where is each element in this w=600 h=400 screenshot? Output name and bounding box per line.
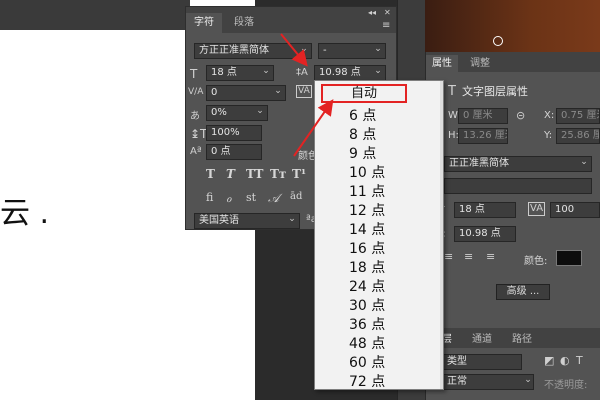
- chevron-down-icon[interactable]: ⌄: [260, 66, 272, 80]
- panel-menu-icon[interactable]: ≡: [382, 20, 390, 31]
- chevron-down-icon[interactable]: ⌄: [578, 157, 590, 171]
- leading-option[interactable]: 16 点: [349, 240, 385, 259]
- y-input[interactable]: 25.86 厘米: [556, 128, 600, 144]
- titling-button[interactable]: ād: [290, 191, 302, 202]
- alternate-ligatures-button[interactable]: ℴ: [226, 191, 232, 205]
- chevron-down-icon[interactable]: ⌄: [286, 214, 298, 228]
- align-justify-icon[interactable]: ≡: [464, 250, 473, 263]
- leading-icon: ‡A: [296, 67, 308, 78]
- chevron-down-icon[interactable]: ⌄: [272, 86, 284, 100]
- leading-option[interactable]: 60 点: [349, 354, 385, 373]
- chevron-down-icon[interactable]: ⌄: [254, 106, 266, 120]
- leading-option[interactable]: 8 点: [349, 126, 376, 145]
- properties-panel: 属性 调整 T 文字图层属性 W: 0 厘米 ⊝ X: 0.75 厘米 H: 1…: [425, 52, 600, 400]
- align-center-icon[interactable]: ≡: [444, 250, 453, 263]
- chevron-down-icon[interactable]: ⌄: [522, 375, 534, 389]
- properties-font-size[interactable]: 18 点: [454, 202, 516, 218]
- small-caps-button[interactable]: Tт: [270, 167, 286, 181]
- stylistic-alternates-button[interactable]: st: [246, 191, 256, 204]
- vertical-scale-icon: ↨T: [190, 127, 208, 141]
- text-color-swatch[interactable]: [556, 250, 582, 266]
- leading-dropdown-list: 自动 6 点8 点9 点 10 点 11 点 12 点 14 点 16 点 18 点 24 点…: [314, 80, 444, 390]
- link-icon[interactable]: ⊝: [516, 109, 525, 122]
- filter-adjustment-icon[interactable]: ◐: [560, 354, 570, 367]
- chevron-down-icon[interactable]: ⌄: [298, 44, 310, 58]
- properties-section-title: 文字图层属性: [462, 85, 528, 98]
- w-input[interactable]: 0 厘米: [458, 108, 508, 124]
- leading-option[interactable]: 14 点: [349, 221, 385, 240]
- ligatures-button[interactable]: fi: [206, 191, 213, 204]
- superscript-button[interactable]: T¹: [292, 167, 306, 181]
- layers-tab-bar: 图层 通道 路径: [426, 328, 600, 348]
- baseline-shift-icon: Aª: [190, 146, 202, 157]
- tracking-icon: VA: [296, 85, 312, 98]
- collapse-icon[interactable]: ◂◂: [368, 8, 376, 17]
- filter-text-icon[interactable]: T: [576, 354, 583, 367]
- tab-properties[interactable]: 属性: [426, 55, 458, 72]
- document-tab-bar: [0, 0, 190, 30]
- align-right-icon[interactable]: ≡: [486, 250, 495, 263]
- blend-mode-select[interactable]: 正常: [442, 374, 534, 390]
- color-picker-cursor[interactable]: [493, 36, 503, 46]
- faux-italic-button[interactable]: T: [226, 167, 235, 181]
- kerning-icon: V/A: [188, 87, 204, 97]
- leading-option[interactable]: 12 点: [349, 202, 385, 221]
- all-caps-button[interactable]: TT: [246, 167, 263, 181]
- y-label: Y:: [544, 130, 553, 141]
- tab-character[interactable]: 字符: [186, 13, 222, 33]
- x-input[interactable]: 0.75 厘米: [556, 108, 600, 124]
- properties-font-family[interactable]: 正正准黑简体: [444, 156, 592, 172]
- tab-paths[interactable]: 路径: [506, 331, 538, 348]
- chevron-down-icon[interactable]: ⌄: [372, 66, 384, 80]
- vertical-scale-input[interactable]: 100%: [206, 125, 262, 141]
- dropdown-scrollbar[interactable]: [440, 81, 443, 389]
- leading-option[interactable]: 18 点: [349, 259, 385, 278]
- character-tab-bar: 字符 段落 ◂◂ ✕ ≡: [186, 7, 396, 33]
- properties-tab-bar: 属性 调整: [426, 52, 600, 72]
- leading-option[interactable]: 24 点: [349, 278, 385, 297]
- filter-pixel-icon[interactable]: ◩: [544, 354, 554, 367]
- close-icon[interactable]: ✕: [384, 8, 391, 17]
- language-select[interactable]: 美国英语: [194, 213, 300, 229]
- layer-filter-select[interactable]: 类型: [442, 354, 522, 370]
- tab-adjustments[interactable]: 调整: [464, 55, 496, 72]
- tracking-icon: VA: [528, 202, 546, 216]
- color-picker-field[interactable]: [425, 0, 600, 52]
- tsume-icon: あ: [190, 111, 200, 122]
- h-input[interactable]: 13.26 厘米: [458, 128, 508, 144]
- leading-option[interactable]: 11 点: [349, 183, 385, 202]
- leading-option[interactable]: 6 点: [349, 107, 376, 126]
- leading-option[interactable]: 72 点: [349, 373, 385, 392]
- tab-channels[interactable]: 通道: [466, 331, 498, 348]
- advanced-button[interactable]: 高级 ...: [496, 284, 550, 300]
- leading-option[interactable]: 48 点: [349, 335, 385, 354]
- properties-font-style[interactable]: [444, 178, 592, 194]
- swash-button[interactable]: 𝒜: [268, 191, 279, 206]
- opacity-label: 不透明度:: [544, 380, 588, 391]
- chevron-down-icon[interactable]: ⌄: [372, 44, 384, 58]
- font-size-icon: T: [190, 67, 198, 81]
- x-label: X:: [544, 110, 555, 121]
- leading-option-auto[interactable]: 自动: [321, 84, 407, 103]
- leading-option[interactable]: 10 点: [349, 164, 385, 183]
- leading-option[interactable]: 30 点: [349, 297, 385, 316]
- leading-option[interactable]: 36 点: [349, 316, 385, 335]
- properties-tracking[interactable]: 100: [550, 202, 600, 218]
- leading-option[interactable]: 9 点: [349, 145, 376, 164]
- font-family-select[interactable]: 方正正准黑简体: [194, 43, 312, 59]
- properties-color-label: 颜色:: [524, 256, 548, 267]
- properties-leading[interactable]: 10.98 点: [454, 226, 516, 242]
- faux-bold-button[interactable]: T: [206, 167, 215, 181]
- tab-paragraph[interactable]: 段落: [226, 13, 262, 33]
- baseline-shift-input[interactable]: 0 点: [206, 144, 262, 160]
- document-text: 云 .: [0, 196, 50, 231]
- text-layer-icon: T: [448, 84, 456, 99]
